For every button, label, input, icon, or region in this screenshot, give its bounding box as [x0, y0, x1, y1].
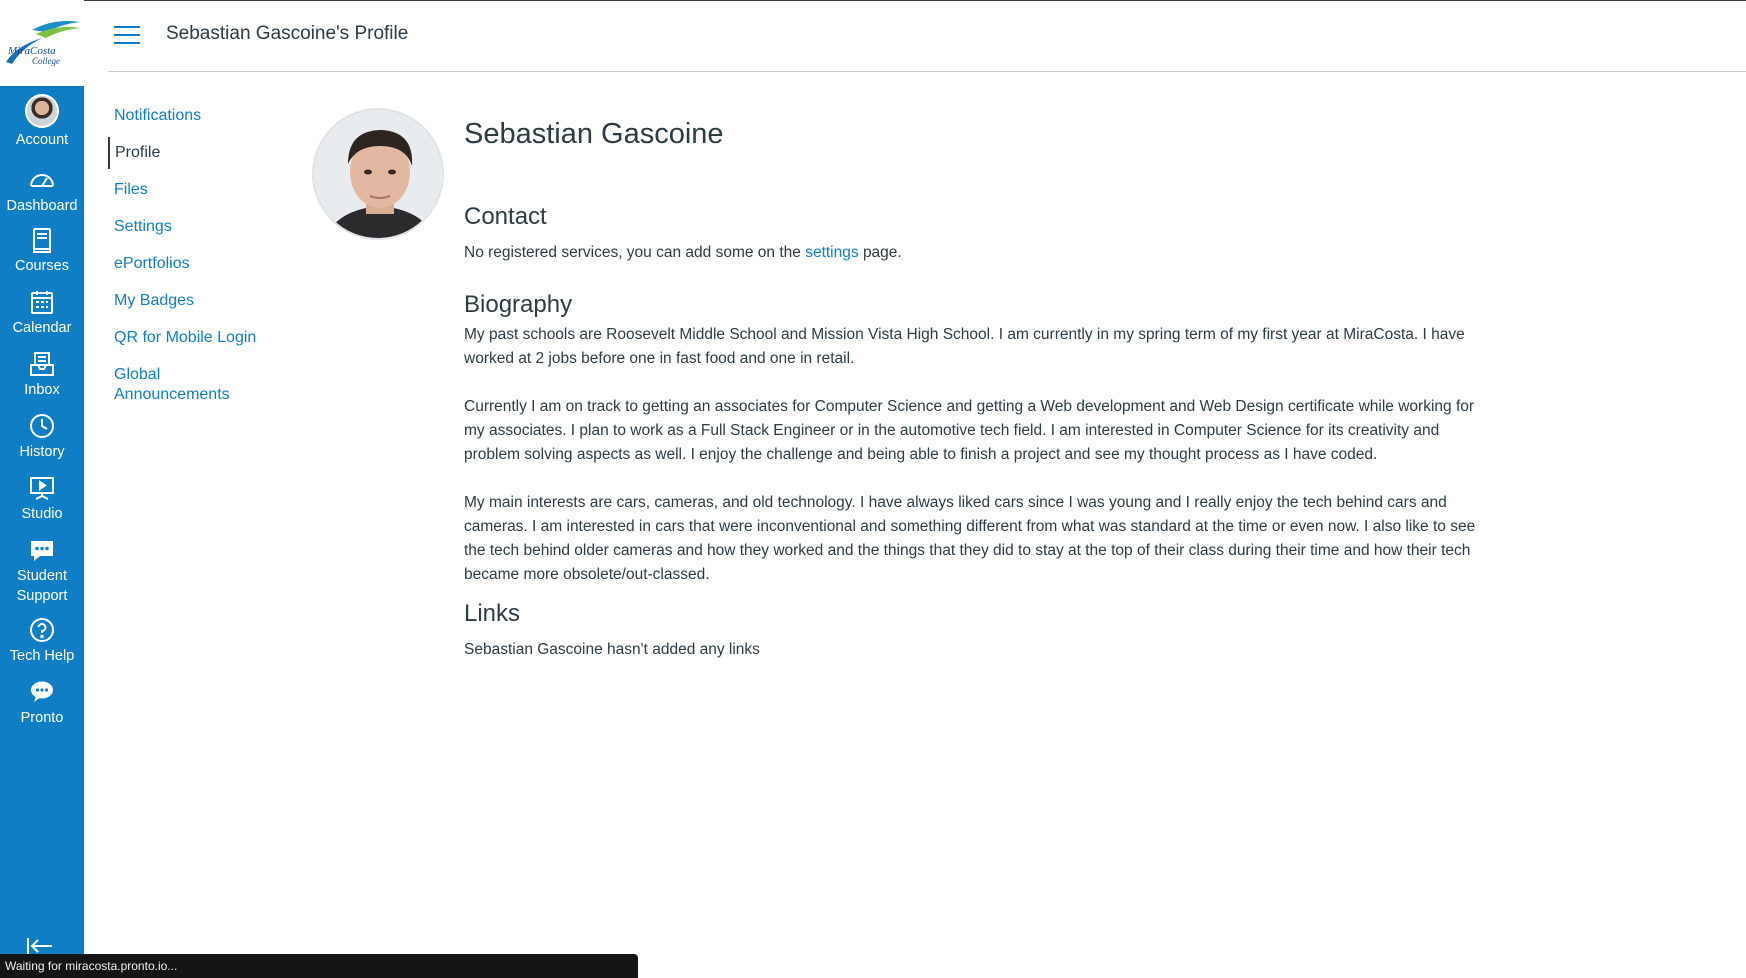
section-nav-eportfolios[interactable]: ePortfolios	[108, 248, 308, 280]
global-nav-tech-help[interactable]: Tech Help	[0, 616, 84, 666]
contact-text-before: No registered services, you can add some…	[464, 244, 801, 261]
section-nav-global-announcements[interactable]: Global Announcements	[108, 359, 248, 411]
history-icon	[28, 412, 56, 440]
global-nav-label: Inbox	[24, 382, 60, 398]
browser-status-bar: Waiting for miracosta.pronto.io...	[0, 954, 638, 978]
global-nav-label: Courses	[15, 258, 69, 274]
profile-main: Sebastian Gascoine Contact No registered…	[464, 116, 1484, 662]
miracosta-logo[interactable]: MiraCosta College	[0, 0, 84, 86]
calendar-icon	[28, 288, 56, 316]
global-nav-bar	[0, 86, 84, 978]
global-nav-account[interactable]: Account	[0, 94, 84, 150]
chat-icon	[28, 536, 56, 564]
help-icon	[28, 616, 56, 644]
section-nav-settings[interactable]: Settings	[108, 211, 308, 243]
section-navigation: Notifications Profile Files Settings ePo…	[108, 100, 308, 411]
global-navigation: MiraCosta College Account Dashboard Cour…	[0, 0, 84, 978]
global-nav-pronto[interactable]: Pronto	[0, 678, 84, 728]
biography-paragraph: My past schools are Roosevelt Middle Sch…	[464, 326, 1465, 367]
section-nav-files[interactable]: Files	[108, 174, 308, 206]
biography-heading: Biography	[464, 291, 573, 318]
profile-picture[interactable]	[312, 108, 444, 240]
contact-text: No registered services, you can add some…	[464, 241, 1484, 265]
courses-icon	[28, 226, 56, 254]
links-text: Sebastian Gascoine hasn't added any link…	[464, 641, 760, 658]
collapse-nav-icon[interactable]	[26, 936, 54, 956]
global-nav-label: Student Support	[16, 568, 68, 604]
profile-name: Sebastian Gascoine	[464, 118, 724, 150]
logo-graphic: MiraCosta College	[6, 21, 80, 66]
section-nav-notifications[interactable]: Notifications	[108, 100, 308, 132]
global-nav-label: Pronto	[20, 710, 64, 726]
section-nav-my-badges[interactable]: My Badges	[108, 285, 308, 317]
global-nav-history[interactable]: History	[0, 412, 84, 462]
pronto-icon	[28, 678, 56, 706]
global-nav-label: Calendar	[12, 320, 72, 336]
global-nav-inbox[interactable]: Inbox	[0, 350, 84, 400]
settings-link[interactable]: settings	[805, 244, 858, 261]
section-nav-profile[interactable]: Profile	[108, 137, 308, 169]
global-nav-dashboard[interactable]: Dashboard	[0, 166, 84, 216]
contact-heading: Contact	[464, 203, 547, 230]
biography-paragraph: Currently I am on track to getting an as…	[464, 398, 1475, 463]
links-heading: Links	[464, 600, 521, 627]
global-nav-label: Dashboard	[6, 198, 78, 214]
global-nav-label: History	[19, 444, 65, 460]
global-nav-student-support[interactable]: Student Support	[0, 536, 84, 606]
hamburger-menu-icon[interactable]	[114, 26, 140, 48]
global-nav-label: Tech Help	[9, 648, 75, 664]
page-title: Sebastian Gascoine's Profile	[166, 23, 409, 44]
global-nav-calendar[interactable]: Calendar	[0, 288, 84, 338]
section-nav-qr-mobile-login[interactable]: QR for Mobile Login	[108, 322, 308, 354]
global-nav-label: Studio	[21, 506, 63, 522]
inbox-icon	[28, 350, 56, 378]
dashboard-icon	[28, 166, 56, 194]
profile-photo	[314, 110, 442, 238]
global-nav-label: Account	[15, 132, 69, 148]
biography-paragraph: My main interests are cars, cameras, and…	[464, 494, 1476, 583]
logo-text-line2: College	[32, 56, 60, 66]
global-nav-studio[interactable]: Studio	[0, 474, 84, 524]
contact-text-after: page.	[862, 244, 902, 261]
user-avatar	[25, 94, 59, 128]
global-nav-courses[interactable]: Courses	[0, 226, 84, 276]
top-header: Sebastian Gascoine's Profile	[108, 0, 1746, 72]
studio-icon	[28, 474, 56, 502]
